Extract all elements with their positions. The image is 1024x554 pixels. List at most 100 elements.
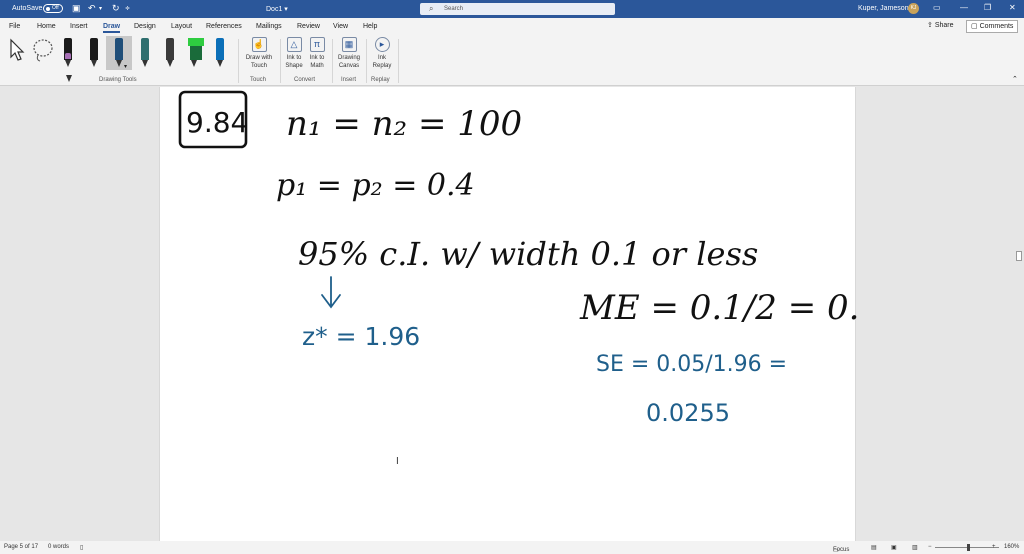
save-icon[interactable]: ▣ <box>72 3 81 14</box>
touch-hand-icon: ☝ <box>251 37 267 52</box>
ink-drawing: 9.84 n₁ = n₂ = 100 p₁ = p₂ = 0.4 95% c.I… <box>178 90 857 427</box>
ink-to-shape-label: Ink to Shape <box>285 55 303 69</box>
print-layout-icon[interactable]: ▣ <box>891 544 897 551</box>
select-tool[interactable] <box>8 37 26 69</box>
handwriting-line-confidence-interval: 95% c.I. w/ width 0.1 or less <box>298 235 758 273</box>
ribbon-display-options-icon[interactable]: ▭ <box>933 3 941 12</box>
group-divider <box>398 39 399 83</box>
undo-dropdown-icon[interactable]: ▾ <box>99 5 102 12</box>
pen-5-icon[interactable] <box>166 38 174 67</box>
tab-file[interactable]: File <box>9 23 20 30</box>
tab-view[interactable]: View <box>333 23 348 30</box>
zoom-in-icon[interactable]: + <box>992 544 996 550</box>
text-cursor-icon: I <box>396 456 399 467</box>
minimize-icon[interactable]: — <box>960 3 968 12</box>
focus-label: Focus <box>833 547 850 553</box>
ink-replay-label: Ink Replay <box>372 55 392 69</box>
draw-with-touch-button[interactable]: ☝ Draw with Touch <box>242 37 276 70</box>
problem-number: 9.84 <box>186 106 248 139</box>
group-label-convert: Convert <box>294 77 316 83</box>
search-box[interactable]: ⌕ Search <box>420 3 615 15</box>
handwriting-line-critical-value: z* = 1.96 <box>302 322 420 351</box>
avatar[interactable]: KJ <box>908 3 919 14</box>
group-divider <box>332 39 333 83</box>
page-count[interactable]: Page 5 of 17 <box>4 544 38 550</box>
collapse-ribbon-icon[interactable]: ⌃ <box>1012 75 1018 83</box>
tab-help[interactable]: Help <box>363 23 377 30</box>
user-name[interactable]: Kuper, Jameson <box>858 5 909 12</box>
drawing-canvas-icon: ▦ <box>341 37 357 52</box>
ink-black-strokes: 9.84 n₁ = n₂ = 100 p₁ = p₂ = 0.4 95% c.I… <box>178 90 857 328</box>
pen-2-icon[interactable] <box>90 38 98 67</box>
share-label: Share <box>934 22 954 29</box>
tab-mailings[interactable]: Mailings <box>256 23 282 30</box>
vertical-scrollbar[interactable] <box>1014 87 1024 541</box>
close-icon[interactable]: ✕ <box>1009 3 1016 12</box>
handwriting-line-result: 0.0255 <box>646 399 730 427</box>
pen-3-icon[interactable] <box>115 38 123 67</box>
eraser-tip-icon <box>65 53 72 82</box>
pencil-icon[interactable] <box>216 38 224 67</box>
drawing-canvas-label: Drawing Canvas <box>337 55 360 69</box>
undo-icon[interactable]: ↶ <box>88 3 96 14</box>
ink-to-math-button[interactable]: π Ink to Math <box>306 37 328 70</box>
comments-button[interactable]: ▢ Comments <box>966 20 1018 33</box>
document-title-text: Doc1 <box>266 6 283 13</box>
arrow-down <box>321 276 341 309</box>
select-cursor-icon <box>10 38 25 61</box>
tab-insert[interactable]: Insert <box>70 23 88 30</box>
document-page[interactable]: 9.84 n₁ = n₂ = 100 p₁ = p₂ = 0.4 95% c.I… <box>159 87 857 541</box>
group-label-replay: Replay <box>371 77 390 83</box>
tab-review[interactable]: Review <box>297 23 320 30</box>
autosave-toggle[interactable]: Off <box>43 4 63 13</box>
lasso-select-tool[interactable] <box>32 37 54 69</box>
share-button[interactable]: ⇪ Share <box>927 21 954 29</box>
draw-with-touch-label: Draw with Touch <box>245 55 273 69</box>
document-title[interactable]: Doc1 ▾ <box>266 5 288 13</box>
status-bar: Page 5 of 17 0 words ▯ ▭ Focus ▤ ▣ ▥ − +… <box>0 541 1024 554</box>
zoom-slider-thumb[interactable] <box>967 544 970 551</box>
handwriting-line-standard-error: SE = 0.05/1.96 = <box>596 352 787 377</box>
ribbon-draw: ▾ Drawing Tools ☝ Draw with Touch Touch … <box>0 35 1024 86</box>
tab-home[interactable]: Home <box>37 23 56 30</box>
ink-replay-icon: ▸ <box>374 37 390 52</box>
pen-4-icon[interactable] <box>141 38 149 67</box>
comments-label: Comments <box>979 23 1014 30</box>
word-count[interactable]: 0 words <box>48 544 69 550</box>
tab-draw[interactable]: Draw <box>103 23 121 33</box>
comment-icon: ▢ <box>971 23 978 30</box>
search-icon: ⌕ <box>429 4 434 13</box>
proofing-icon[interactable]: ▯ <box>80 544 83 551</box>
tab-design[interactable]: Design <box>134 23 156 30</box>
ink-to-shape-icon: △ <box>286 37 302 52</box>
ink-to-math-icon: π <box>309 37 325 52</box>
drawing-canvas-button[interactable]: ▦ Drawing Canvas <box>335 37 363 70</box>
scrollbar-thumb[interactable] <box>1016 251 1022 261</box>
read-mode-icon[interactable]: ▤ <box>871 544 877 551</box>
ink-to-shape-button[interactable]: △ Ink to Shape <box>283 37 305 70</box>
search-placeholder: Search <box>444 6 464 12</box>
group-divider <box>280 39 281 83</box>
group-divider <box>238 39 239 83</box>
group-label-insert: Insert <box>341 77 357 83</box>
zoom-level[interactable]: 160% <box>1004 544 1019 550</box>
redo-icon[interactable]: ↻ <box>112 3 120 14</box>
title-bar: AutoSave Off ▣ ↶ ▾ ↻ ≑ Doc1 ▾ ⌕ Search K… <box>0 0 1024 18</box>
ink-replay-button[interactable]: ▸ Ink Replay <box>369 37 395 70</box>
pen-options-dropdown-icon[interactable]: ▾ <box>124 63 127 70</box>
lasso-icon <box>33 39 53 62</box>
customize-quick-access-icon[interactable]: ≑ <box>125 5 130 12</box>
group-label-touch: Touch <box>250 77 267 83</box>
autosave-label: AutoSave <box>12 5 43 12</box>
tab-references[interactable]: References <box>206 23 242 30</box>
web-layout-icon[interactable]: ▥ <box>912 544 918 551</box>
ribbon-tabs: File Home Insert Draw Design Layout Refe… <box>0 18 1024 35</box>
handwriting-line-sample-size: n₁ = n₂ = 100 <box>286 104 522 144</box>
group-label-drawing-tools: Drawing Tools <box>99 77 137 83</box>
share-icon: ⇪ <box>927 22 933 29</box>
handwriting-line-proportions: p₁ = p₂ = 0.4 <box>276 168 475 203</box>
restore-icon[interactable]: ❐ <box>984 3 991 12</box>
ink-to-math-label: Ink to Math <box>309 55 325 69</box>
tab-layout[interactable]: Layout <box>171 23 192 30</box>
zoom-out-icon[interactable]: − <box>928 544 932 550</box>
